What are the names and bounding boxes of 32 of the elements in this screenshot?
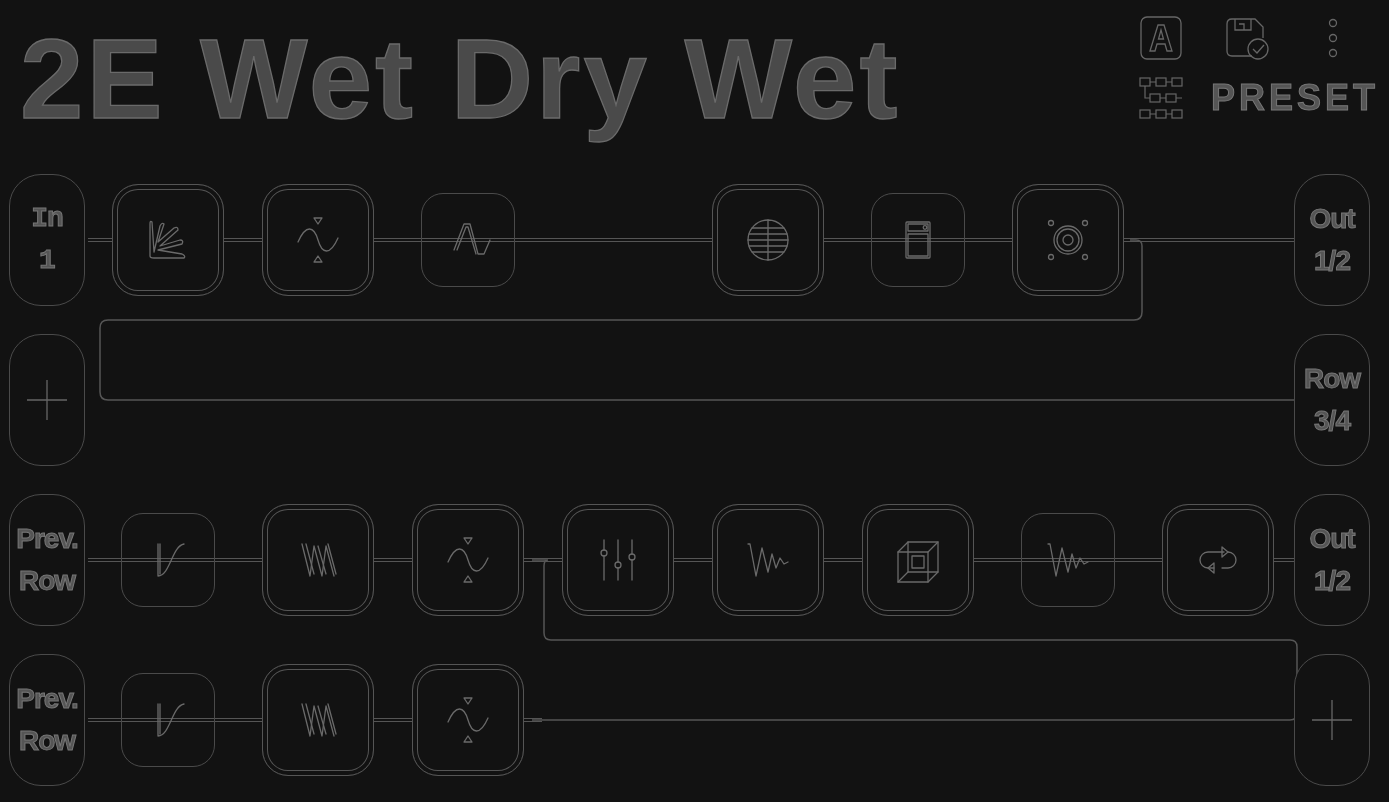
effect-block[interactable] bbox=[262, 504, 374, 616]
effect-block[interactable] bbox=[1021, 513, 1115, 607]
plus-icon bbox=[1311, 699, 1353, 741]
effect-block[interactable] bbox=[421, 193, 515, 287]
effect-block[interactable] bbox=[862, 504, 974, 616]
effect-block[interactable] bbox=[412, 504, 524, 616]
add-row-button[interactable] bbox=[1294, 654, 1370, 786]
a-letter-icon[interactable] bbox=[1139, 16, 1183, 60]
add-row-button[interactable] bbox=[9, 334, 85, 466]
effect-block[interactable] bbox=[121, 513, 215, 607]
route-button[interactable]: Out 1/2 bbox=[1294, 494, 1370, 626]
effect-block[interactable] bbox=[871, 193, 965, 287]
effect-block[interactable] bbox=[262, 664, 374, 776]
plus-icon bbox=[26, 379, 68, 421]
input-button[interactable]: In 1 bbox=[9, 174, 85, 306]
effect-block[interactable] bbox=[1162, 504, 1274, 616]
route-button[interactable]: Out 1/2 bbox=[1294, 174, 1370, 306]
effect-block[interactable] bbox=[712, 184, 824, 296]
preset-title: 2E Wet Dry Wet bbox=[20, 16, 901, 142]
effect-block[interactable] bbox=[712, 504, 824, 616]
chain-blocks-icon[interactable] bbox=[1139, 76, 1183, 120]
save-check-icon[interactable] bbox=[1225, 16, 1269, 60]
effect-block[interactable] bbox=[412, 664, 524, 776]
route-button[interactable]: Row 3/4 bbox=[1294, 334, 1370, 466]
effect-block[interactable] bbox=[1012, 184, 1124, 296]
effect-block[interactable] bbox=[121, 673, 215, 767]
effect-block[interactable] bbox=[262, 184, 374, 296]
effect-block[interactable] bbox=[562, 504, 674, 616]
effect-block[interactable] bbox=[112, 184, 224, 296]
preset-button[interactable]: PRESET bbox=[1205, 70, 1386, 126]
route-button[interactable]: Prev. Row bbox=[9, 494, 85, 626]
route-button[interactable]: Prev. Row bbox=[9, 654, 85, 786]
